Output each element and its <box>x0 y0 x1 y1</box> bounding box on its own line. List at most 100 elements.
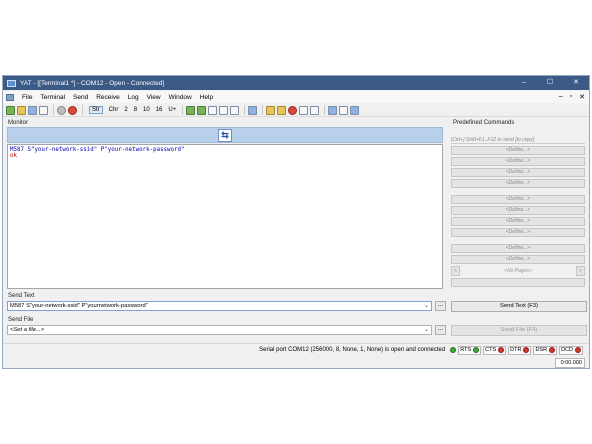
radix-bin-button[interactable]: 2 <box>124 107 127 113</box>
close-port-icon[interactable] <box>68 105 77 115</box>
log-clear-icon[interactable] <box>299 105 309 115</box>
predefined-button[interactable]: <Define...> <box>451 255 585 264</box>
window-layout-icon[interactable] <box>350 105 360 115</box>
close-button[interactable]: ✕ <box>563 76 589 90</box>
monitor-header: ⇆ <box>7 127 443 143</box>
toolbar-separator <box>53 105 54 115</box>
refresh-icon[interactable] <box>219 105 229 115</box>
send-file-value: <Set a file...> <box>10 327 45 333</box>
find-icon[interactable] <box>248 105 258 115</box>
radix-char-button[interactable]: Chr <box>109 107 119 113</box>
connection-status: Serial port COM12 (256000, 8, None, 1, N… <box>259 347 446 353</box>
minimize-button[interactable]: – <box>511 76 537 90</box>
print-icon[interactable] <box>230 105 240 115</box>
send-file-group-label: Send File <box>8 317 34 323</box>
app-window: YAT - [[Terminal1 *] - COM12 - Open - Co… <box>2 75 590 369</box>
predefined-button[interactable]: <Define...> <box>451 206 585 215</box>
radix-string-button[interactable]: Str <box>89 106 103 114</box>
predefined-button[interactable]: <Define...> <box>451 168 585 177</box>
layout-icon[interactable] <box>328 105 338 115</box>
maximize-button[interactable]: ☐ <box>537 76 563 90</box>
send-text-input[interactable]: M587 S"your-network-ssid" P"yournetwork-… <box>7 301 432 311</box>
new-terminal-icon[interactable] <box>6 105 15 115</box>
predefined-button[interactable]: <Define...> <box>451 195 585 204</box>
mdi-restore-button[interactable]: ▫ <box>570 93 572 101</box>
predefined-pager: < <No Pages> > <box>451 266 585 276</box>
signal-label: RTS <box>460 347 472 353</box>
open-port-icon[interactable] <box>57 105 66 115</box>
send-text-button[interactable]: Send Text (F3) <box>451 301 587 312</box>
log-off-icon[interactable] <box>288 105 298 115</box>
send-text-browse-button[interactable]: ... <box>435 301 446 311</box>
open-folder-icon[interactable] <box>17 105 26 115</box>
dsr-signal: DSR <box>533 345 558 355</box>
send-text-value: M587 S"your-network-ssid" P"yournetwork-… <box>10 303 148 309</box>
terminal-settings-icon[interactable] <box>39 105 48 115</box>
menu-window[interactable]: Window <box>165 94 196 101</box>
led-icon <box>498 347 505 353</box>
chevron-down-icon[interactable]: ⌄ <box>424 326 429 334</box>
signal-label: DTR <box>510 347 522 353</box>
terminal-icon[interactable] <box>6 93 14 101</box>
clear-monitor-icon[interactable] <box>208 105 218 115</box>
monitor-output[interactable]: M587 S"your-network-ssid" P"your-network… <box>7 144 443 289</box>
send-file-button[interactable]: Send File (F4) <box>451 325 587 336</box>
previous-page-button[interactable]: < <box>451 266 460 276</box>
log-on-icon[interactable] <box>277 105 287 115</box>
menu-log[interactable]: Log <box>124 94 143 101</box>
window-title: YAT - [[Terminal1 *] - COM12 - Open - Co… <box>20 79 165 87</box>
led-icon <box>473 347 480 353</box>
toolbar-separator <box>324 105 326 115</box>
led-icon <box>575 347 581 353</box>
signal-label: DSR <box>535 347 548 353</box>
mdi-close-button[interactable]: ✕ <box>579 93 585 101</box>
toolbar-separator <box>82 105 83 115</box>
menu-send[interactable]: Send <box>69 94 92 101</box>
predefined-button[interactable]: <Define...> <box>451 244 585 253</box>
timer-display: 0:00.000 <box>555 358 585 368</box>
chevron-down-icon[interactable]: ⌄ <box>424 302 429 310</box>
radix-dec-button[interactable]: 10 <box>143 107 150 113</box>
dtr-signal[interactable]: DTR <box>508 345 532 355</box>
predefined-button[interactable]: <Define...> <box>451 179 585 188</box>
title-bar[interactable]: YAT - [[Terminal1 *] - COM12 - Open - Co… <box>3 76 589 90</box>
log-open-icon[interactable] <box>310 105 320 115</box>
toolbar: Str Chr 2 8 10 16 U+ <box>3 104 589 117</box>
status-bar: Serial port COM12 (256000, 8, None, 1, N… <box>3 343 589 356</box>
log-settings-icon[interactable] <box>266 105 276 115</box>
show-timestamp-icon[interactable] <box>197 105 207 115</box>
menu-file[interactable]: File <box>18 94 36 101</box>
monitor-rx-line: ok <box>10 153 17 159</box>
cts-signal: CTS <box>483 345 507 355</box>
predefined-button[interactable]: <Define...> <box>451 146 585 155</box>
menu-terminal[interactable]: Terminal <box>36 94 69 101</box>
predefined-commands-panel: [Ctrl+] Shift+F1..F12 to send [to copy] … <box>451 127 588 287</box>
next-page-button[interactable]: > <box>576 266 585 276</box>
predefined-button[interactable]: <Define...> <box>451 228 585 237</box>
menu-receive[interactable]: Receive <box>92 94 123 101</box>
predefined-button[interactable]: <Define...> <box>451 157 585 166</box>
dcd-signal: DCD <box>559 345 583 355</box>
mdi-minimize-button[interactable]: – <box>559 93 563 101</box>
predefined-button[interactable]: <Define...> <box>451 217 585 226</box>
menu-help[interactable]: Help <box>196 94 217 101</box>
radix-oct-button[interactable]: 8 <box>134 107 137 113</box>
led-icon <box>549 347 556 353</box>
menu-view[interactable]: View <box>143 94 165 101</box>
radix-unicode-button[interactable]: U+ <box>168 107 176 113</box>
page-select[interactable] <box>451 278 585 287</box>
swap-direction-icon[interactable]: ⇆ <box>218 129 232 142</box>
signal-label: CTS <box>485 347 497 353</box>
radix-hex-button[interactable]: 16 <box>156 107 163 113</box>
send-text-group-label: Send Text <box>8 293 35 299</box>
signal-label: DCD <box>561 347 573 353</box>
predefined-hint: [Ctrl+] Shift+F1..F12 to send [to copy] <box>451 137 585 144</box>
save-icon[interactable] <box>28 105 37 115</box>
show-radix-icon[interactable] <box>186 105 196 115</box>
page-indicator: <No Pages> <box>504 268 532 274</box>
send-file-browse-button[interactable]: ... <box>435 325 446 335</box>
rts-signal[interactable]: RTS <box>458 345 482 355</box>
chat-icon[interactable] <box>339 105 349 115</box>
toolbar-separator <box>262 105 264 115</box>
send-file-input[interactable]: <Set a file...> ⌄ <box>7 325 432 335</box>
